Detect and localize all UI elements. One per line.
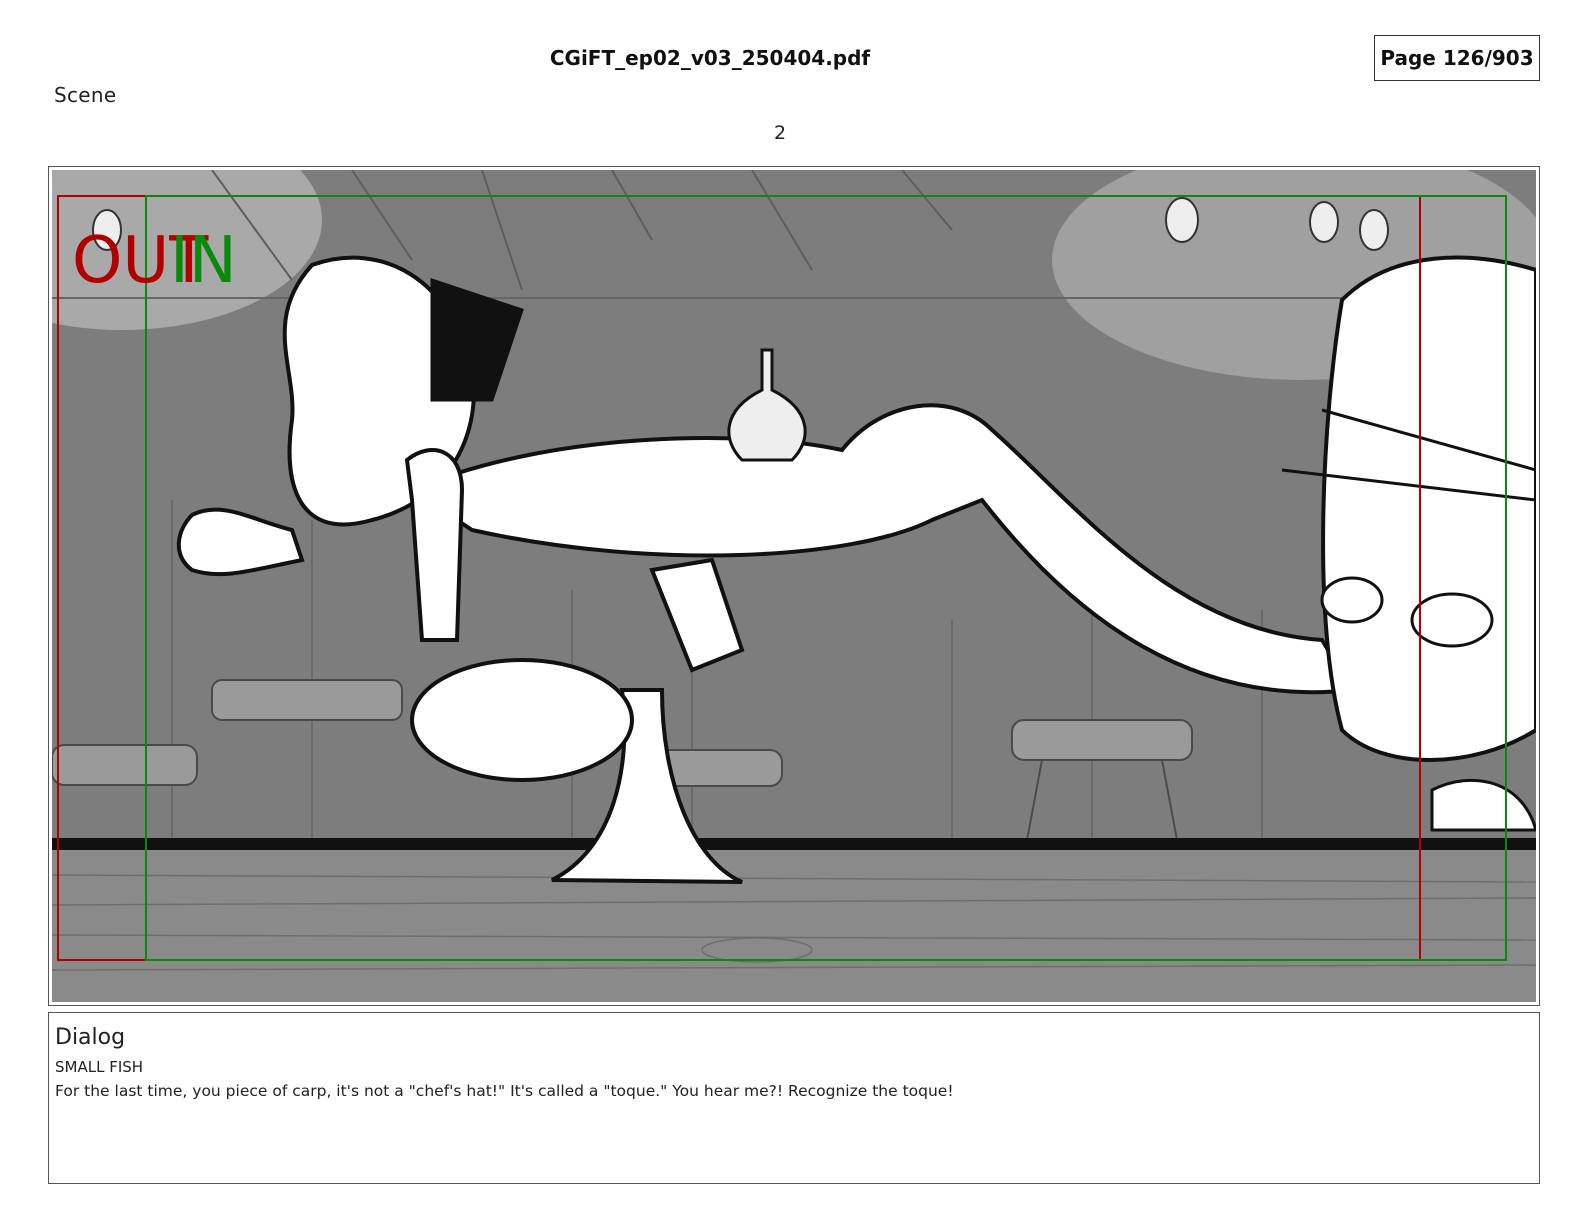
counter-edge bbox=[52, 838, 1536, 850]
dialog-line: For the last time, you piece of carp, it… bbox=[55, 1082, 954, 1100]
page-indicator: Page 126/903 bbox=[1374, 35, 1540, 81]
dialog-heading: Dialog bbox=[55, 1025, 126, 1050]
wood-floor bbox=[52, 850, 1536, 1002]
storyboard-panel-image: OUT IN bbox=[52, 170, 1536, 1002]
scene-number: 2 bbox=[773, 122, 787, 144]
document-title: CGiFT_ep02_v03_250404.pdf bbox=[549, 46, 871, 70]
dialog-speaker: SMALL FISH bbox=[55, 1058, 144, 1076]
big-character bbox=[1321, 255, 1536, 762]
seat-cushion bbox=[410, 658, 634, 782]
eye-right-icon bbox=[1410, 592, 1494, 648]
in-marker: IN bbox=[170, 224, 237, 298]
panel-drawing: OUT IN bbox=[52, 170, 1536, 1002]
dialog-box: Dialog SMALL FISH For the last time, you… bbox=[48, 1012, 1540, 1184]
scene-label: Scene bbox=[54, 83, 117, 107]
eye-left-icon bbox=[1320, 576, 1384, 624]
